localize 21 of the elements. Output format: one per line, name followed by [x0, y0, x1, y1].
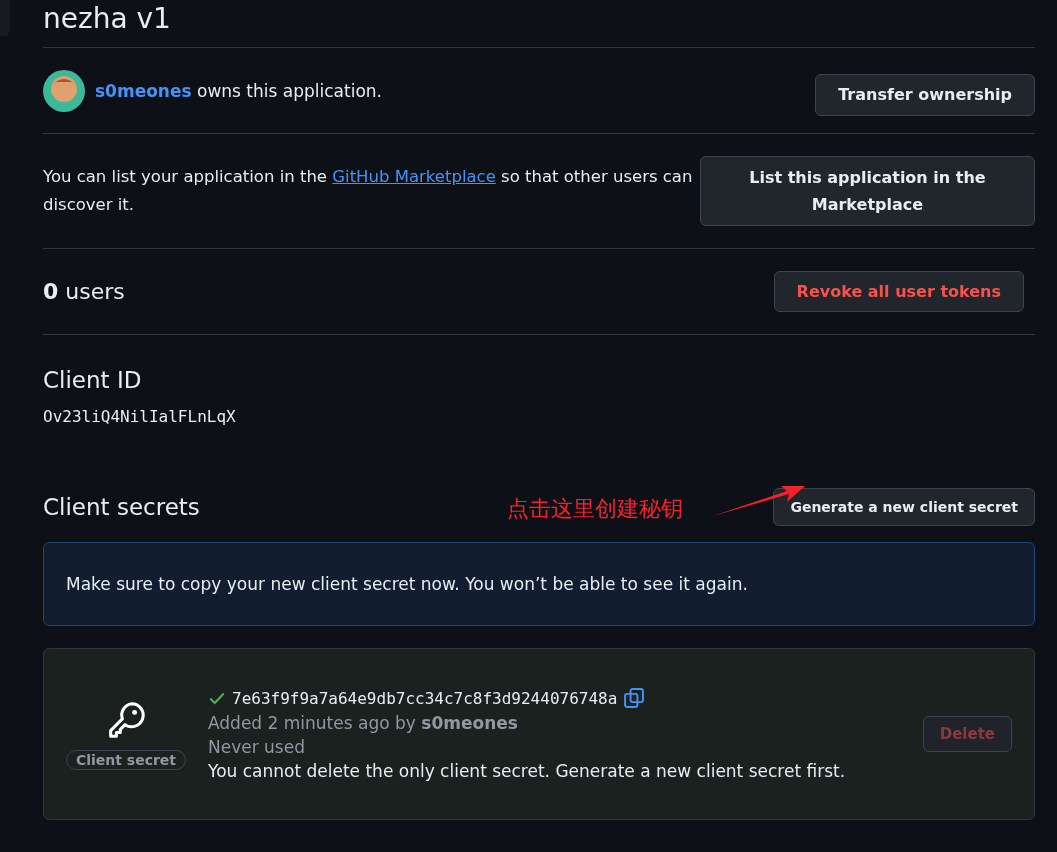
- transfer-ownership-button[interactable]: Transfer ownership: [815, 73, 1035, 116]
- marketplace-text: You can list your application in the GitHub Marketplace so that other users can discover it.: [43, 166, 694, 216]
- client-id-value: Ov23liQ4NilIalFLnLqX: [43, 407, 237, 426]
- annotation-text: 点击这里创建秘钥: [507, 495, 683, 523]
- delete-note: You cannot delete the only client secret. Generate a new client secret first.: [208, 761, 847, 781]
- client-id-heading: Client ID: [43, 367, 143, 393]
- added-text: Added 2 minutes ago by s0meones: [208, 713, 519, 733]
- copy-icon[interactable]: [623, 687, 646, 709]
- generate-secret-button[interactable]: Generate a new client secret: [773, 488, 1035, 526]
- client-secrets-heading: Client secrets: [43, 494, 200, 520]
- avatar-icon: [43, 69, 85, 112]
- owner-text: s0meones owns this application.: [95, 80, 382, 101]
- secret-value: 7e63f9f9a7a64e9db7cc34c7c8f3d9244076748a: [232, 688, 618, 708]
- usage-text: Never used: [208, 737, 306, 757]
- app-title: nezha v1: [43, 0, 1035, 48]
- list-marketplace-button[interactable]: List this application in the Marketplace: [699, 156, 1035, 226]
- owner-link[interactable]: s0meones: [95, 80, 192, 101]
- users-count: 0 users: [43, 279, 125, 304]
- revoke-tokens-button[interactable]: Revoke all user tokens: [773, 271, 1024, 312]
- flash-message: Make sure to copy your new client secret now. You won’t be able to see it again.: [43, 542, 1035, 626]
- marketplace-link[interactable]: GitHub Marketplace: [332, 167, 496, 186]
